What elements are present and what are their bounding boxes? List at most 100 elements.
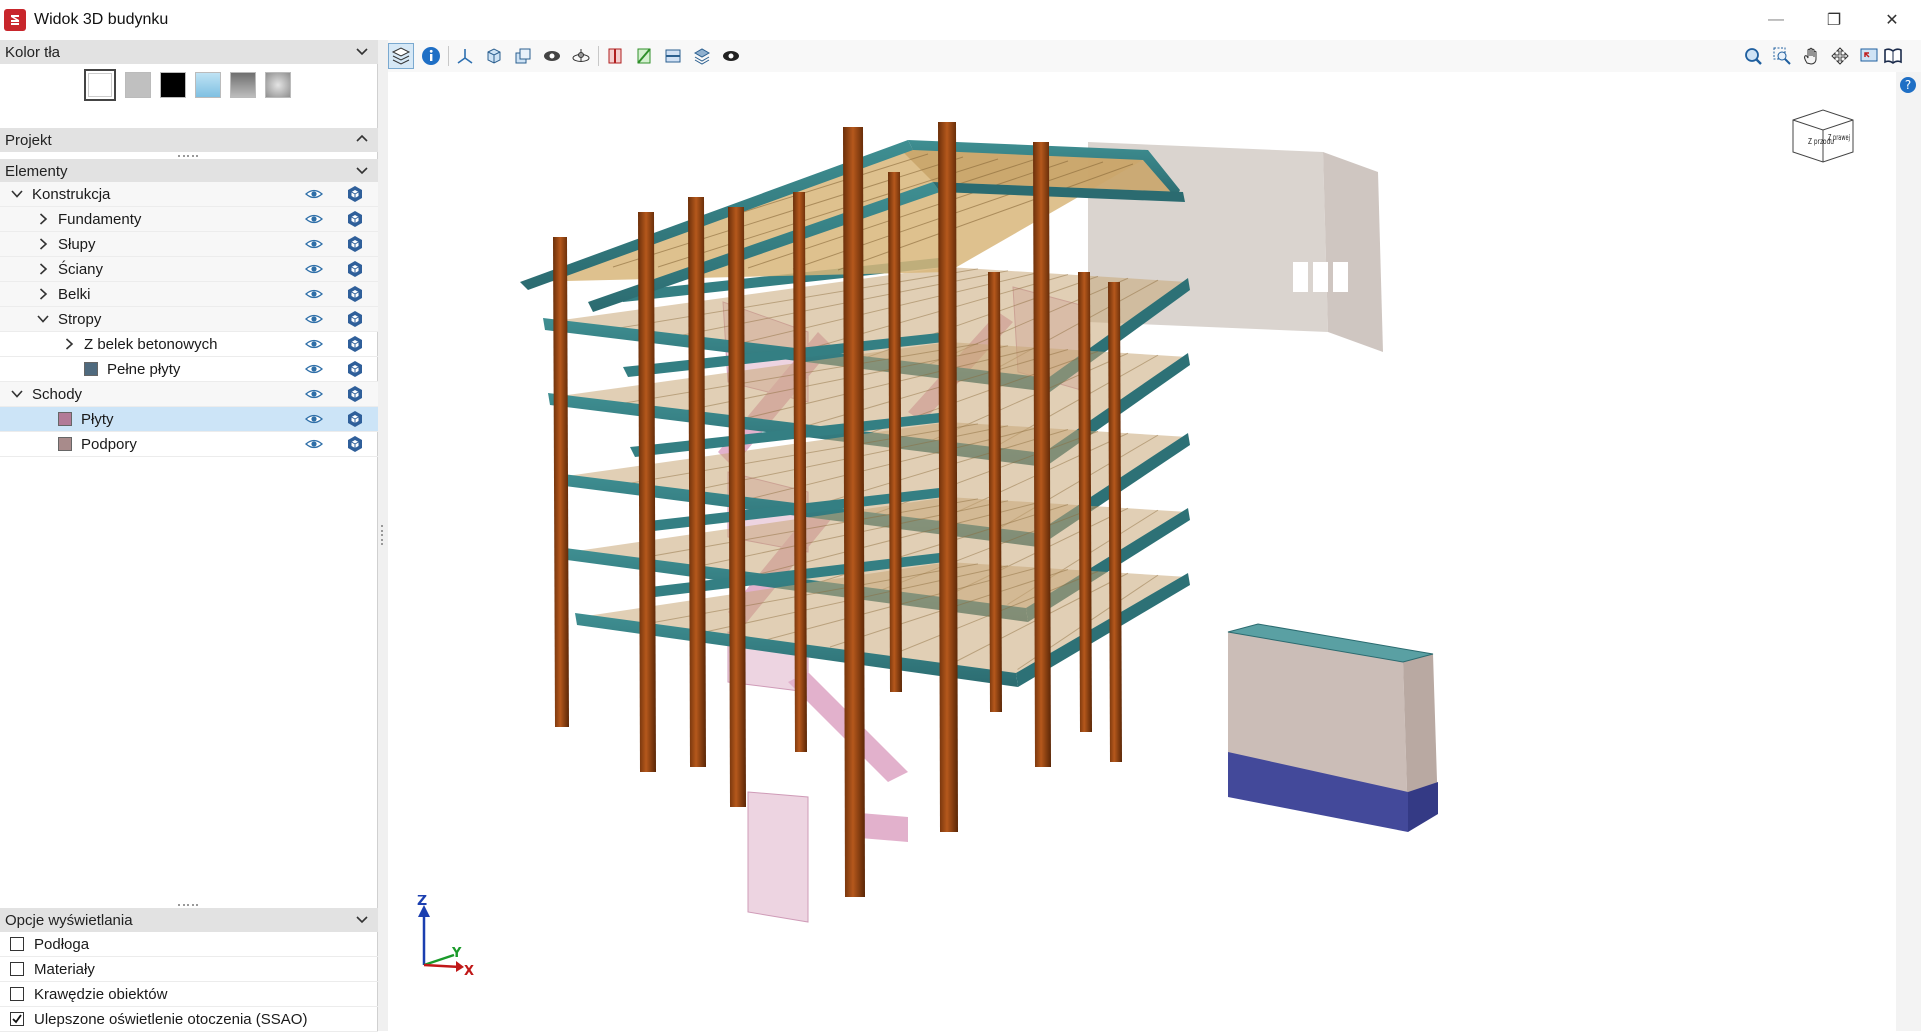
chevron-right-icon[interactable] [62,337,76,351]
tree-item[interactable]: Pełne płyty [0,357,378,382]
move-arrows-icon [1831,47,1849,65]
chevron-right-icon[interactable] [36,287,50,301]
display-options-header-label: Opcje wyświetlania [5,911,133,929]
chevron-right-icon[interactable] [36,262,50,276]
tree-item[interactable]: Ściany [0,257,378,282]
column [888,172,902,692]
tree-item[interactable]: Z belek betonowych [0,332,378,357]
layers-3d-button[interactable] [689,43,715,69]
column [988,272,1002,712]
minimize-button[interactable]: — [1747,0,1805,40]
view-cube[interactable]: Z przodu Z prawej [1788,100,1858,170]
cube-icon[interactable] [346,260,364,278]
swatch-light-gray[interactable] [125,72,151,98]
chevron-down-icon[interactable] [354,162,370,178]
show-hidden-button[interactable] [718,43,744,69]
viewport-3d[interactable]: ? Z przodu Z prawej Z Y X [388,40,1921,1031]
eye-icon[interactable] [305,237,323,251]
viewport-toolbar [388,40,1921,72]
tree-item[interactable]: Fundamenty [0,207,378,232]
chevron-right-icon[interactable] [36,212,50,226]
cube-icon[interactable] [346,410,364,428]
cube-icon[interactable] [346,435,364,453]
cube-icon[interactable] [346,385,364,403]
display-options-header[interactable]: Opcje wyświetlania [0,908,378,932]
front-view-button[interactable] [481,43,507,69]
display-option[interactable]: Krawędzie obiektów [0,982,378,1007]
display-option[interactable]: Ulepszone oświetlenie otoczenia (SSAO) [0,1007,378,1032]
zoom-window-button[interactable] [1769,43,1795,69]
chevron-right-icon[interactable] [36,237,50,251]
eye-icon[interactable] [305,187,323,201]
layers-tool-button[interactable] [388,43,414,69]
display-option[interactable]: Materiały [0,957,378,982]
chevron-down-icon[interactable] [354,911,370,927]
close-button[interactable]: ✕ [1863,0,1921,40]
tree-item[interactable]: Słupy [0,232,378,257]
chevron-down-icon[interactable] [10,187,24,201]
tree-item[interactable]: Płyty [0,407,378,432]
checkbox-unchecked[interactable] [10,962,24,976]
section-red-button[interactable] [602,43,628,69]
tree-item[interactable]: Belki [0,282,378,307]
cube-icon[interactable] [346,335,364,353]
eye-icon[interactable] [305,337,323,351]
swatch-silver-gradient[interactable] [265,72,291,98]
project-header[interactable]: Projekt [0,128,378,152]
tree-item[interactable]: Podpory [0,432,378,457]
zoom-extents-button[interactable] [1740,43,1766,69]
eye-icon[interactable] [305,362,323,376]
panel-splitter[interactable] [378,40,388,1031]
cube-icon[interactable] [346,360,364,378]
eye-icon[interactable] [305,287,323,301]
rotate-button[interactable] [1827,43,1853,69]
chevron-down-icon[interactable] [10,387,24,401]
eye-icon[interactable] [305,312,323,326]
cube-icon[interactable] [346,235,364,253]
swatch-white[interactable] [84,69,116,101]
book-button[interactable] [1880,43,1906,69]
tree-item-label: Pełne płyty [107,360,181,378]
cube-icon[interactable] [346,210,364,228]
hide-view-button[interactable] [539,43,565,69]
eye-icon[interactable] [305,437,323,451]
display-option[interactable]: Podłoga [0,932,378,957]
section-blue-button[interactable] [660,43,686,69]
checkbox-unchecked[interactable] [10,987,24,1001]
layer-stack-icon [693,48,711,65]
checkbox-unchecked[interactable] [10,937,24,951]
swatch-light-blue[interactable] [195,72,221,98]
tree-item[interactable]: Konstrukcja [0,182,378,207]
cube-front-icon [487,48,501,64]
eye-icon[interactable] [305,212,323,226]
swatch-black[interactable] [160,72,186,98]
fit-view-button[interactable] [1856,43,1882,69]
cube-icon[interactable] [346,185,364,203]
pan-button[interactable] [1798,43,1824,69]
display-option-label: Podłoga [34,935,90,953]
cube-icon[interactable] [346,285,364,303]
axes-view-button[interactable] [452,43,478,69]
background-color-header[interactable]: Kolor tła [0,40,378,64]
orbit-button[interactable] [568,43,594,69]
eye-icon[interactable] [305,262,323,276]
chevron-up-icon[interactable] [354,131,370,147]
swatch-gray-gradient[interactable] [230,72,256,98]
top-view-button[interactable] [510,43,536,69]
tree-item[interactable]: Schody [0,382,378,407]
chevron-down-icon[interactable] [36,312,50,326]
eye-icon[interactable] [305,387,323,401]
elements-header[interactable]: Elementy [0,159,378,183]
tree-item[interactable]: Stropy [0,307,378,332]
building-model-3d[interactable] [388,72,1893,1031]
help-icon[interactable]: ? [1899,76,1917,94]
restore-button[interactable]: ❐ [1805,0,1863,40]
cube-icon[interactable] [346,310,364,328]
tree-item-label: Schody [32,385,83,403]
checkbox-checked[interactable] [10,1012,24,1026]
section-green-button[interactable] [631,43,657,69]
eye-icon[interactable] [305,412,323,426]
chevron-down-icon[interactable] [354,43,370,59]
info-button[interactable] [418,43,444,69]
column [1033,142,1051,767]
